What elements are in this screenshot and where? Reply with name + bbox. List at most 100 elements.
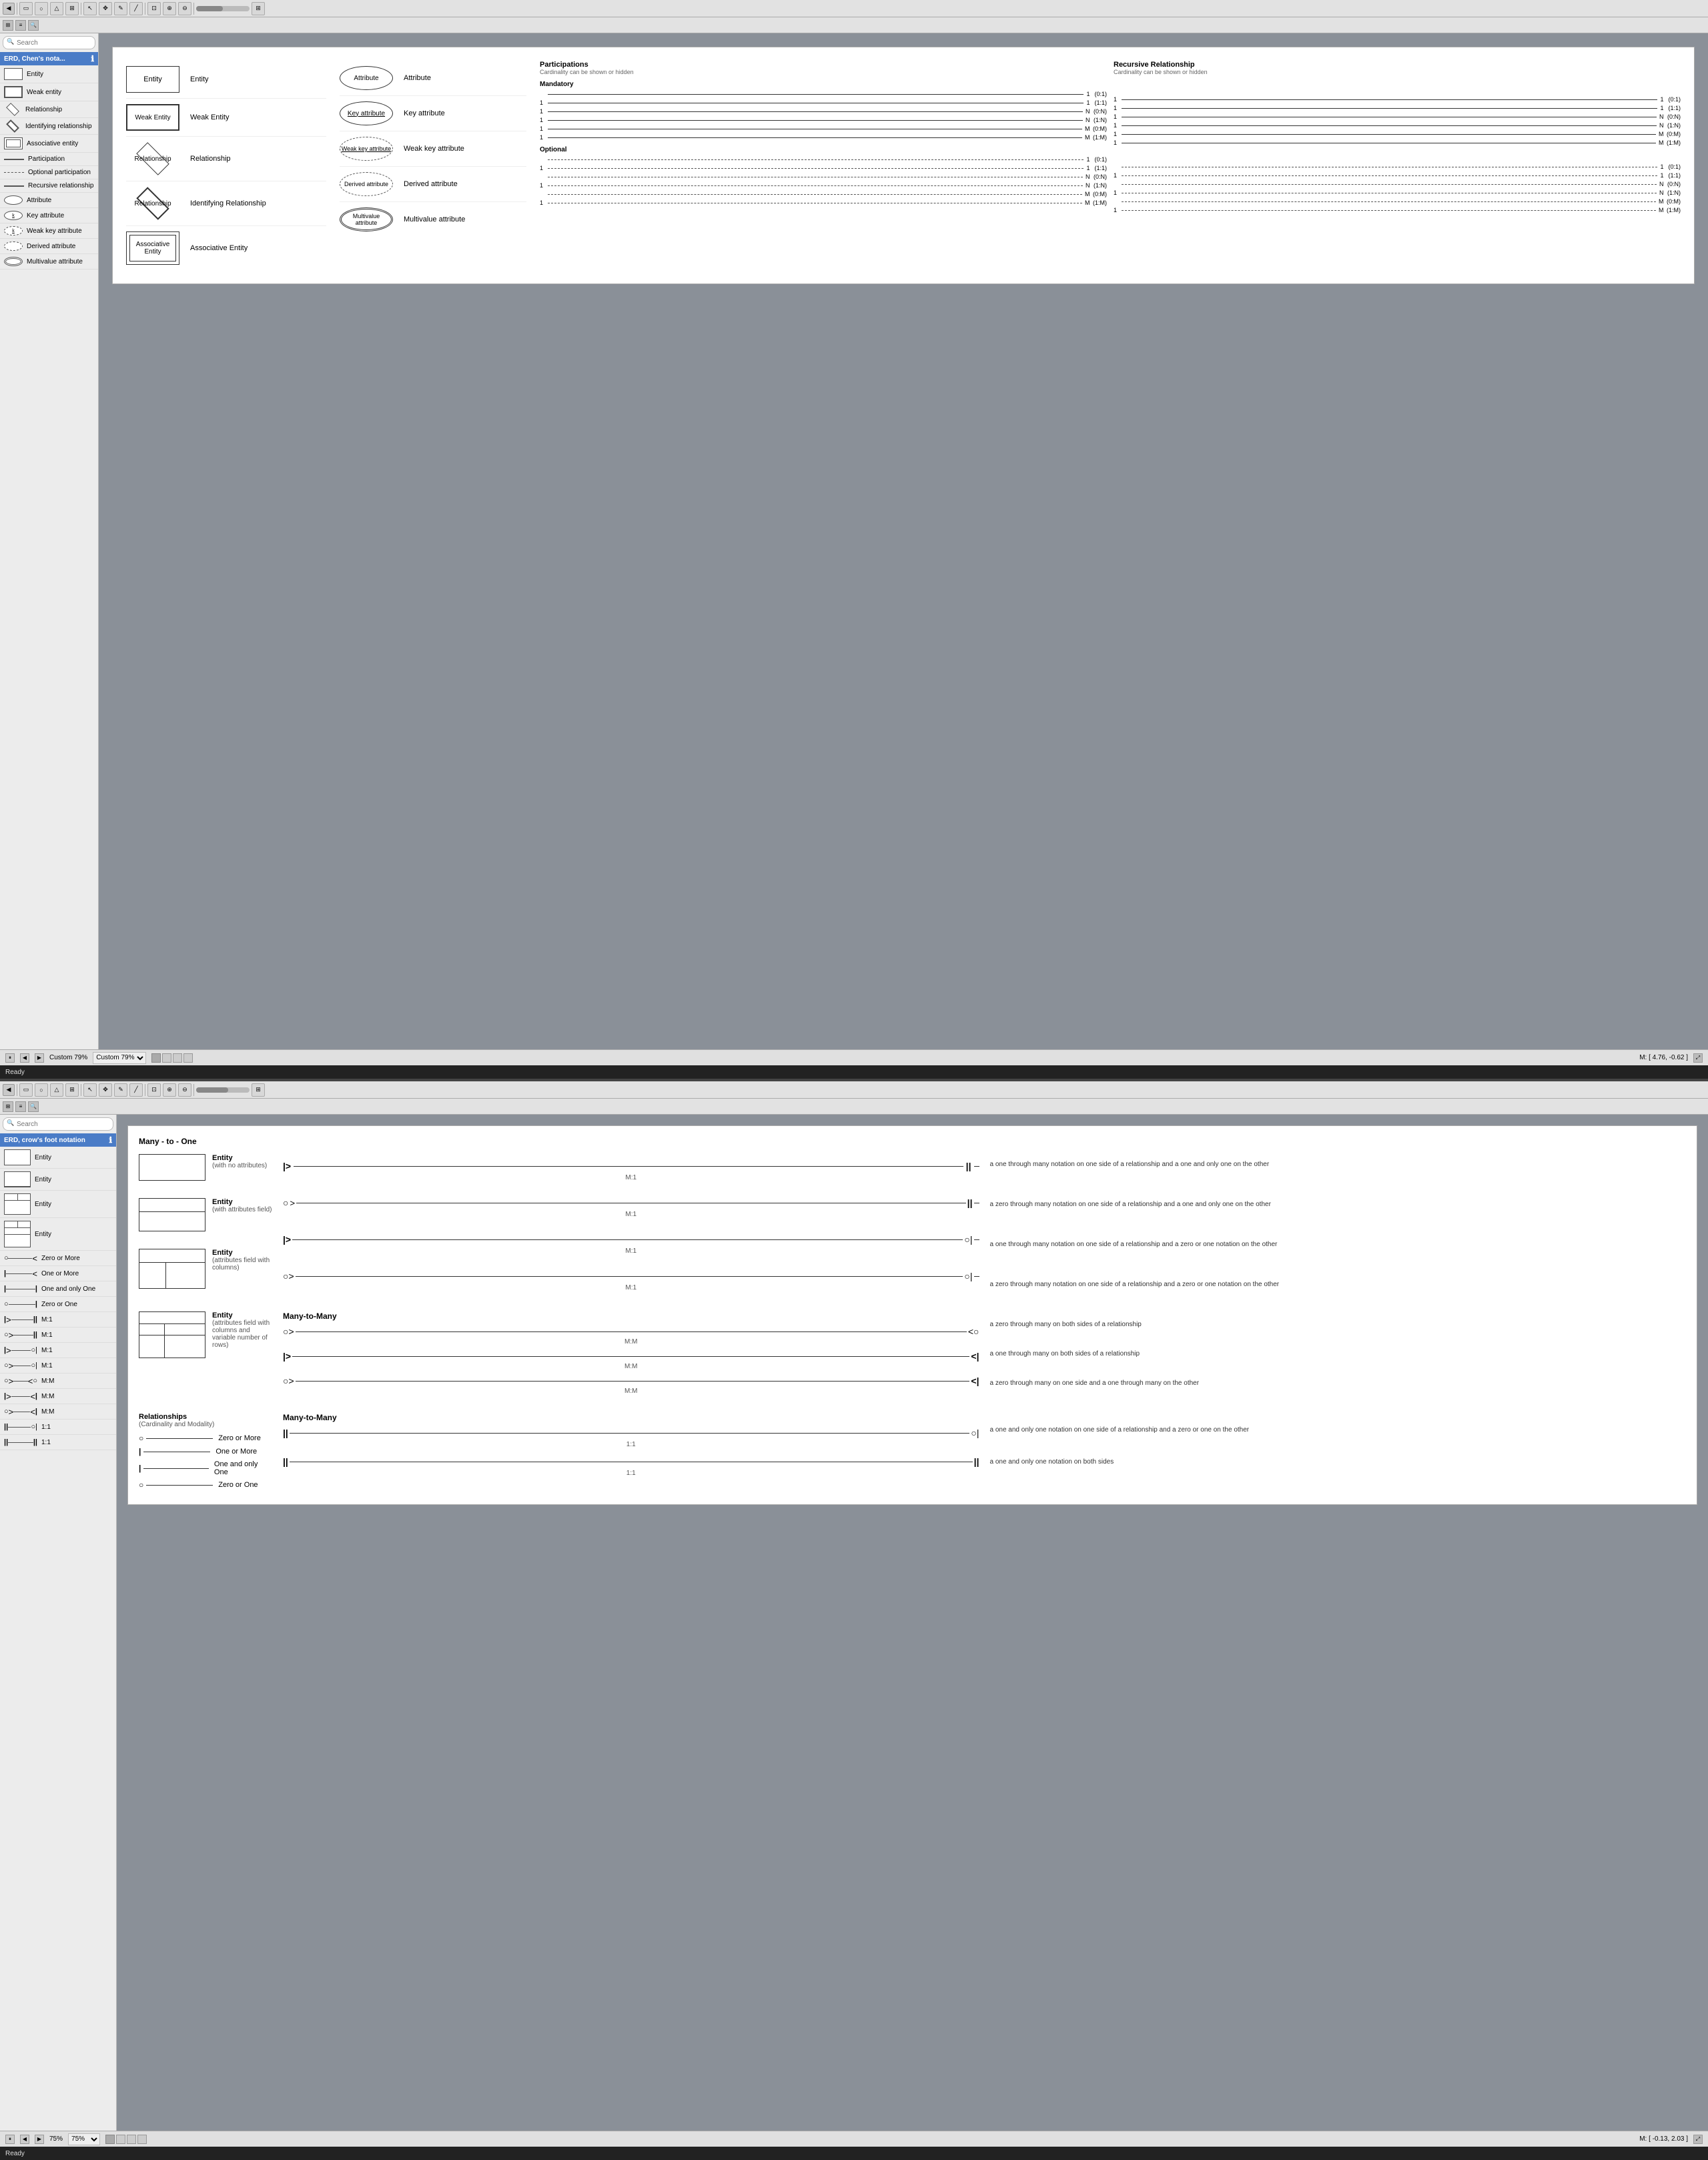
page-nav-prev[interactable]: ◀ (20, 1053, 29, 1063)
search-sidebar-2[interactable]: 🔍 (28, 1101, 39, 1112)
zoom-in-tool-2[interactable]: ⊕ (163, 1083, 176, 1097)
sidebar-search-2[interactable]: 🔍 (3, 1117, 113, 1131)
pen-tool-2[interactable]: ✎ (114, 1083, 127, 1097)
cf-mm-1[interactable]: ○> <○ M:M (0, 1374, 116, 1389)
header-icon-2[interactable]: ℹ (109, 1135, 112, 1145)
cursor-tool-2[interactable]: ↖ (83, 1083, 97, 1097)
view-btn-2d[interactable] (137, 2135, 147, 2144)
page-nav-prev-2[interactable]: ◀ (20, 2135, 29, 2144)
view-btn-2[interactable] (162, 1053, 171, 1063)
grid-view[interactable]: ⊞ (3, 20, 13, 31)
zoom-slider[interactable] (196, 6, 250, 11)
sidebar-item-weak-entity[interactable]: Weak entity (0, 83, 98, 101)
grid-tool[interactable]: ⊞ (65, 2, 79, 15)
zoom-label-2: 75% (49, 2135, 63, 2143)
zoom-select-2[interactable]: 75% 100% 50% (68, 2133, 100, 2145)
cf-11-1[interactable]: || ○| 1:1 (0, 1420, 116, 1435)
sidebar-item-attribute[interactable]: Attribute (0, 193, 98, 208)
sidebar-item-entity[interactable]: Entity (0, 65, 98, 83)
sidebar-search-1[interactable]: 🔍 (3, 36, 95, 49)
cf-zero-one-item[interactable]: ○ | Zero or One (0, 1297, 116, 1312)
page-nav-next[interactable]: ▶ (35, 1053, 44, 1063)
view-btn-2c[interactable] (127, 2135, 136, 2144)
cf-m1-2[interactable]: ○> || M:1 (0, 1327, 116, 1343)
zoom-fit-2[interactable]: ⊞ (252, 1083, 265, 1097)
line-tool[interactable]: ╱ (129, 2, 143, 15)
circle-tool-2[interactable]: ○ (35, 1083, 48, 1097)
m1-desc-col: a one through many notation on one side … (990, 1154, 1687, 1301)
rect-tool[interactable]: ▭ (19, 2, 33, 15)
rect-tool-2[interactable]: ▭ (19, 1083, 33, 1097)
zoom-select-1[interactable]: Custom 79% 100% 75% 50% (93, 1052, 146, 1064)
sidebar-item-derived-attribute[interactable]: Derived attribute (0, 239, 98, 254)
cf-entity-4[interactable]: Entity (0, 1218, 116, 1251)
back-icon[interactable]: ◀ (3, 3, 15, 15)
circle-tool[interactable]: ○ (35, 2, 48, 15)
cf-entity-3[interactable]: Entity (0, 1191, 116, 1218)
hand-tool-2[interactable]: ✥ (99, 1083, 112, 1097)
identifying-rel-shape: Relationship (126, 187, 179, 220)
fit-tool[interactable]: ⊡ (147, 2, 161, 15)
cursor-tool[interactable]: ↖ (83, 2, 97, 15)
cf-m1-1[interactable]: |> || M:1 (0, 1312, 116, 1327)
sidebar-item-participation[interactable]: Participation (0, 153, 98, 166)
view-btn-1[interactable] (151, 1053, 161, 1063)
canvas-2: Many - to - One Entity (with no attribut… (117, 1115, 1708, 2131)
view-btn-2a[interactable] (105, 2135, 115, 2144)
mm-desc-col: a zero through many on both sides of a r… (990, 1311, 1687, 1400)
list-view[interactable]: ≡ (15, 20, 26, 31)
cf-mm-3[interactable]: ○> <| M:M (0, 1404, 116, 1420)
shapes-section: Entity Entity Weak Entity Weak Entity (126, 61, 326, 270)
page-nav-pause-2[interactable]: ⏸ (5, 2135, 15, 2144)
sidebar-2: 🔍 ERD, crow's foot notation ℹ Entity Ent… (0, 1115, 117, 2131)
view-btn-2b[interactable] (116, 2135, 125, 2144)
fit-tool-2[interactable]: ⊡ (147, 1083, 161, 1097)
sidebar-item-relationship[interactable]: Relationship (0, 101, 98, 118)
relationship-shape: Relationship (126, 142, 179, 175)
hand-tool[interactable]: ✥ (99, 2, 112, 15)
cf-entity-1[interactable]: Entity (0, 1147, 116, 1169)
triangle-tool-2[interactable]: △ (50, 1083, 63, 1097)
zoom-slider-2[interactable] (196, 1087, 250, 1093)
cf-11-2[interactable]: || || 1:1 (0, 1435, 116, 1450)
triangle-tool[interactable]: △ (50, 2, 63, 15)
sidebar-item-multivalue-attribute[interactable]: Multivalue attribute (0, 254, 98, 269)
resize-handle-1[interactable]: ⤢ (1693, 1053, 1703, 1063)
page-nav-next-2[interactable]: ▶ (35, 2135, 44, 2144)
cf-mm-2[interactable]: |> <| M:M (0, 1389, 116, 1404)
nav-bar-1: ⏸ ◀ ▶ Custom 79% Custom 79% 100% 75% 50%… (0, 1049, 1708, 1065)
search-input-1[interactable] (3, 36, 95, 49)
grid-tool-2[interactable]: ⊞ (65, 1083, 79, 1097)
grid-view-2[interactable]: ⊞ (3, 1101, 13, 1112)
search-sidebar[interactable]: 🔍 (28, 20, 39, 31)
toolbar-sep-2d (193, 1084, 194, 1096)
zoom-out-tool-2[interactable]: ⊖ (178, 1083, 191, 1097)
list-view-2[interactable]: ≡ (15, 1101, 26, 1112)
sidebar-item-optional-participation[interactable]: Optional participation (0, 166, 98, 179)
cf-one-more[interactable]: | < One or More (0, 1266, 116, 1281)
cf-m1-4[interactable]: ○> ○| M:1 (0, 1358, 116, 1374)
zoom-out-tool[interactable]: ⊖ (178, 2, 191, 15)
cf-zero-more[interactable]: ○ < Zero or More (0, 1251, 116, 1266)
back-icon-2[interactable]: ◀ (3, 1084, 15, 1096)
sidebar-item-identifying-rel[interactable]: Identifying relationship (0, 118, 98, 135)
pen-tool[interactable]: ✎ (114, 2, 127, 15)
header-icon[interactable]: ℹ (91, 54, 94, 63)
page-nav-pause[interactable]: ⏸ (5, 1053, 15, 1063)
view-btn-3[interactable] (173, 1053, 182, 1063)
sidebar-1: 🔍 ERD, Chen's nota... ℹ Entity Weak enti… (0, 33, 99, 1049)
search-input-2[interactable] (3, 1117, 113, 1131)
sidebar-item-recursive[interactable]: Recursive relationship (0, 179, 98, 193)
line-tool-2[interactable]: ╱ (129, 1083, 143, 1097)
sidebar-item-assoc[interactable]: Associative entity (0, 135, 98, 153)
view-btn-4[interactable] (183, 1053, 193, 1063)
lines-section: Participations Cardinality can be shown … (526, 61, 1681, 270)
sidebar-item-key-attribute[interactable]: k Key attribute (0, 208, 98, 223)
cf-one-one-item[interactable]: | | One and only One (0, 1281, 116, 1297)
cf-m1-3[interactable]: |> ○| M:1 (0, 1343, 116, 1358)
sidebar-item-weak-key-attribute[interactable]: k Weak key attribute (0, 223, 98, 239)
resize-handle-2[interactable]: ⤢ (1693, 2135, 1703, 2144)
zoom-in-tool[interactable]: ⊕ (163, 2, 176, 15)
zoom-fit[interactable]: ⊞ (252, 2, 265, 15)
cf-entity-2[interactable]: Entity (0, 1169, 116, 1191)
